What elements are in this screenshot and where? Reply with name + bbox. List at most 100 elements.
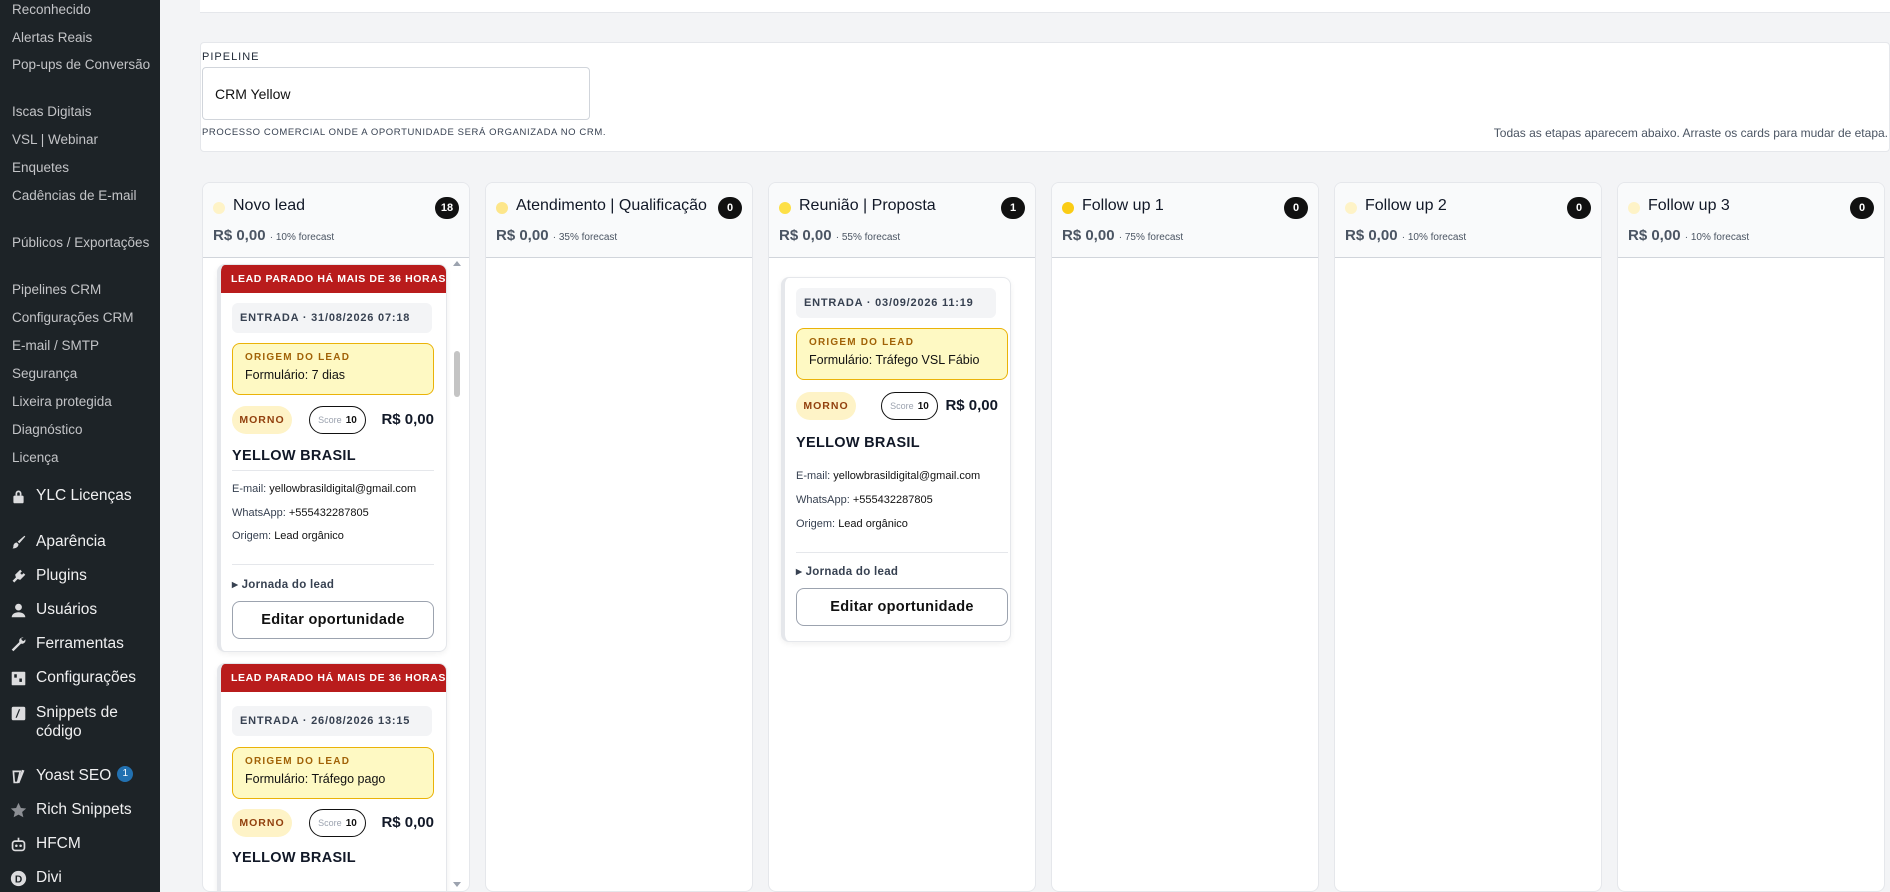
menu-label: Snippets de código [36,704,118,740]
submenu-alertas-reais[interactable]: Alertas Reais [12,28,152,47]
column-header: Follow up 1 0 R$ 0,00 · 75% forecast [1052,183,1318,258]
column-count-badge: 1 [1001,197,1025,219]
menu-configuracoes[interactable]: Configurações [8,668,158,688]
deal-value: R$ 0,00 [945,397,998,414]
forecast: · 75% forecast [1118,232,1184,243]
email-row: E-mail: yellowbrasildigital@gmail.com [232,483,416,495]
whatsapp-value: +555432287805 [852,494,933,506]
stage-dot [213,202,225,214]
submenu-iscas-digitais[interactable]: Iscas Digitais [12,102,152,121]
column-sum: R$ 0,00 · 75% forecast [1062,227,1183,244]
whatsapp-row: WhatsApp: +555432287805 [232,507,369,519]
scroll-up-arrow[interactable] [453,261,461,266]
forecast: · 10% forecast [269,232,335,243]
whatsapp-value: +555432287805 [288,507,369,519]
origem-row: Origem: Lead orgânico [232,530,344,542]
sum-value: R$ 0,00 [496,227,549,244]
stage-dot [496,202,508,214]
column-header: Novo lead 18 R$ 0,00 · 10% forecast [203,183,469,258]
menu-rich-snippets[interactable]: Rich Snippets [8,800,158,820]
deal-value: R$ 0,00 [381,814,434,831]
robot-icon [8,834,28,854]
column-scrollbar[interactable] [453,261,461,887]
submenu-lixeira[interactable]: Lixeira protegida [12,392,152,411]
menu-label: Ferramentas [36,635,124,652]
origin-value: Formulário: 7 dias [245,368,346,382]
pipeline-select[interactable]: CRM Yellow [202,67,590,120]
stage-dot [1062,202,1074,214]
pipeline-label: PIPELINE [202,51,260,63]
column-title: Follow up 3 [1648,197,1730,214]
top-panel [200,0,1890,13]
stage-column-follow-up-2: Follow up 2 0 R$ 0,00 · 10% forecast [1334,182,1602,892]
forecast: · 10% forecast [1684,232,1750,243]
submenu-publicos[interactable]: Públicos / Exportações [12,233,152,252]
lead-card[interactable]: LEAD PARADO HÁ MAIS DE 36 HORAS ENTRADA … [217,264,447,652]
submenu-diagnostico[interactable]: Diagnóstico [12,420,152,439]
lead-journey-toggle[interactable]: ▸ Jornada do lead [232,577,334,591]
origin-label: ORIGEM DO LEAD [809,337,915,348]
email-label: E-mail: [232,483,267,495]
edit-opportunity-button[interactable]: Editar oportunidade [232,601,434,639]
origin-label: ORIGEM DO LEAD [245,756,351,767]
submenu-popups[interactable]: Pop-ups de Conversão [12,55,152,74]
stage-column-novo-lead: Novo lead 18 R$ 0,00 · 10% forecast LEAD… [202,182,470,892]
menu-label: Plugins [36,567,87,584]
company-name: YELLOW BRASIL [232,448,356,464]
email-row: E-mail: yellowbrasildigital@gmail.com [796,470,980,482]
divider [796,552,1008,553]
menu-label: YLC Licenças [36,487,132,504]
company-name: YELLOW BRASIL [796,435,920,451]
yoast-icon [8,766,28,786]
column-header: Follow up 2 0 R$ 0,00 · 10% forecast [1335,183,1601,258]
divi-icon: D [8,868,28,888]
origin-value: Formulário: Tráfego VSL Fábio [809,353,980,367]
menu-divi[interactable]: D Divi [8,868,158,888]
scroll-thumb[interactable] [454,351,460,397]
menu-hfcm[interactable]: HFCM [8,834,158,854]
menu-yoast[interactable]: Yoast SEO 1 [8,766,158,786]
divider [232,564,434,565]
sum-value: R$ 0,00 [1062,227,1115,244]
scroll-down-arrow[interactable] [453,882,461,887]
wrench-icon [8,634,28,654]
temperature-badge: MORNO [796,392,856,420]
sum-value: R$ 0,00 [213,227,266,244]
star-icon [8,800,28,820]
submenu-pipelines-crm[interactable]: Pipelines CRM [12,280,152,299]
submenu-enquetes[interactable]: Enquetes [12,158,152,177]
lock-icon [8,486,28,506]
score-value: 10 [345,817,357,829]
score-label: Score [890,401,914,411]
submenu-email-smtp[interactable]: E-mail / SMTP [12,336,152,355]
submenu-cadencias[interactable]: Cadências de E-mail [12,186,152,205]
submenu-licenca[interactable]: Licença [12,448,152,467]
origin-value: Formulário: Tráfego pago [245,772,386,786]
menu-plugins[interactable]: Plugins [8,566,158,586]
submenu-vsl-webinar[interactable]: VSL | Webinar [12,130,152,149]
menu-ferramentas[interactable]: Ferramentas [8,634,158,654]
menu-snippets[interactable]: Snippets de código [8,703,158,741]
stale-lead-banner: LEAD PARADO HÁ MAIS DE 36 HORAS [221,664,446,692]
origem-value: Lead orgânico [838,518,908,530]
submenu-config-crm[interactable]: Configurações CRM [12,308,152,327]
submenu-reconhecido[interactable]: Reconhecido [12,0,152,19]
lead-card[interactable]: LEAD PARADO HÁ MAIS DE 36 HORAS ENTRADA … [217,663,447,891]
lead-origin-box: ORIGEM DO LEAD Formulário: Tráfego VSL F… [796,328,1008,380]
whatsapp-label: WhatsApp: [232,507,286,519]
deal-value: R$ 0,00 [381,411,434,428]
pipeline-help: PROCESSO COMERCIAL ONDE A OPORTUNIDADE S… [202,127,607,138]
lead-journey-toggle[interactable]: ▸ Jornada do lead [796,564,898,578]
temperature-badge: MORNO [232,809,292,837]
menu-aparencia[interactable]: Aparência [8,532,158,552]
menu-usuarios[interactable]: Usuários [8,600,158,620]
users-icon [8,600,28,620]
column-title: Reunião | Proposta [799,197,936,214]
origem-value: Lead orgânico [274,530,344,542]
submenu-seguranca[interactable]: Segurança [12,364,152,383]
lead-card[interactable]: ENTRADA · 03/09/2026 11:19 ORIGEM DO LEA… [781,277,1011,642]
forecast: · 10% forecast [1401,232,1467,243]
menu-ylc-licencas[interactable]: YLC Licenças [8,486,158,506]
yoast-badge: 1 [117,766,134,782]
edit-opportunity-button[interactable]: Editar oportunidade [796,588,1008,626]
